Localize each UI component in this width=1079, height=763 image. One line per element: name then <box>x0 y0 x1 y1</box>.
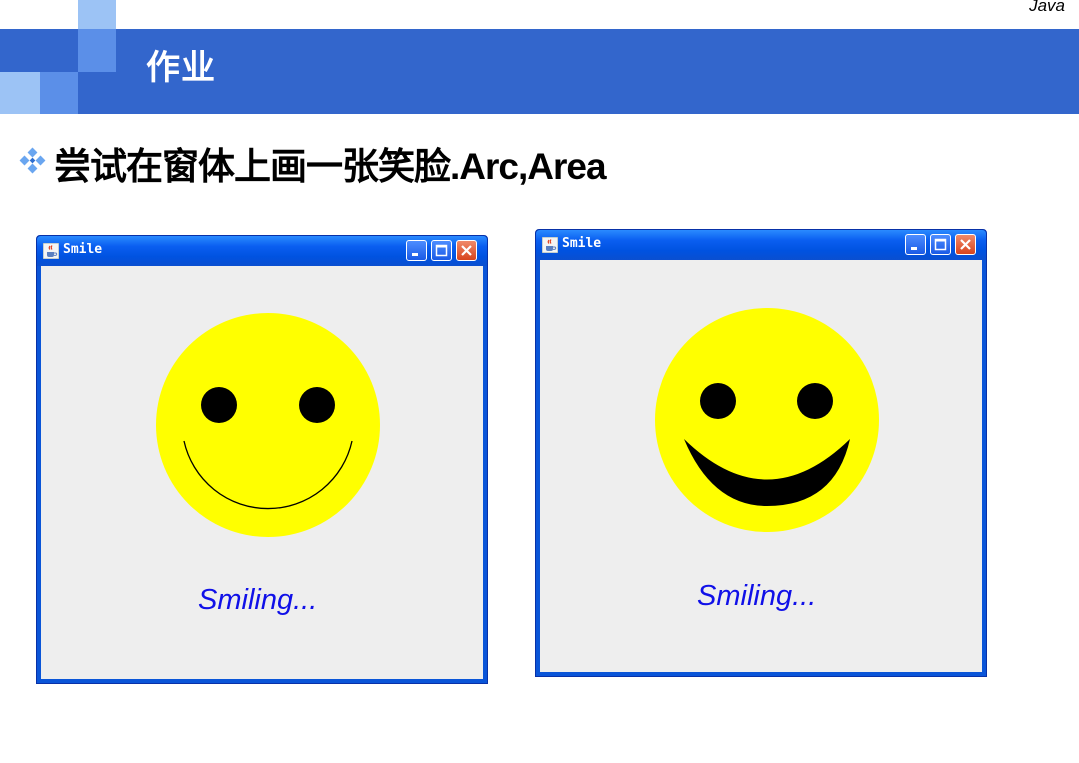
bullet-item: 尝试在窗体上画一张笑脸.Arc,Area <box>14 140 607 187</box>
smile-window-arc[interactable]: Smile Smiling... <box>36 235 488 684</box>
window-client-area: Smiling... <box>41 266 483 679</box>
smiling-caption: Smiling... <box>697 580 817 612</box>
decor-square-1 <box>78 0 116 30</box>
left-eye <box>700 383 736 419</box>
decor-square-4 <box>0 72 40 114</box>
close-button[interactable] <box>456 240 477 261</box>
page-title: 作业 <box>146 48 216 88</box>
right-eye <box>299 387 335 423</box>
right-eye <box>797 383 833 419</box>
close-icon <box>461 245 472 256</box>
maximize-button[interactable] <box>431 240 452 261</box>
minimize-icon <box>412 253 418 256</box>
diamond-cluster-icon <box>19 147 46 174</box>
smiley-face-drawing <box>156 313 380 537</box>
face-circle <box>156 313 380 537</box>
java-coffee-cup-icon <box>542 237 558 253</box>
close-icon <box>960 239 971 250</box>
java-coffee-cup-icon <box>43 243 59 259</box>
smiling-caption: Smiling... <box>198 584 318 616</box>
window-title: Smile <box>562 236 602 251</box>
window-title: Smile <box>63 242 103 257</box>
decor-square-3 <box>78 29 116 72</box>
bullet-text: 尝试在窗体上画一张笑脸.Arc,Area <box>54 146 607 187</box>
maximize-icon <box>435 244 448 257</box>
maximize-button[interactable] <box>930 234 951 255</box>
window-titlebar[interactable]: Smile <box>536 230 986 260</box>
decor-square-5 <box>40 72 78 114</box>
minimize-button[interactable] <box>905 234 926 255</box>
window-client-area: Smiling... <box>540 260 982 672</box>
left-eye <box>201 387 237 423</box>
close-button[interactable] <box>955 234 976 255</box>
window-titlebar[interactable]: Smile <box>37 236 487 266</box>
smile-window-area[interactable]: Smile Smiling... <box>535 229 987 677</box>
maximize-icon <box>934 238 947 251</box>
minimize-icon <box>911 247 917 250</box>
minimize-button[interactable] <box>406 240 427 261</box>
brand-label: Java <box>1029 0 1065 15</box>
